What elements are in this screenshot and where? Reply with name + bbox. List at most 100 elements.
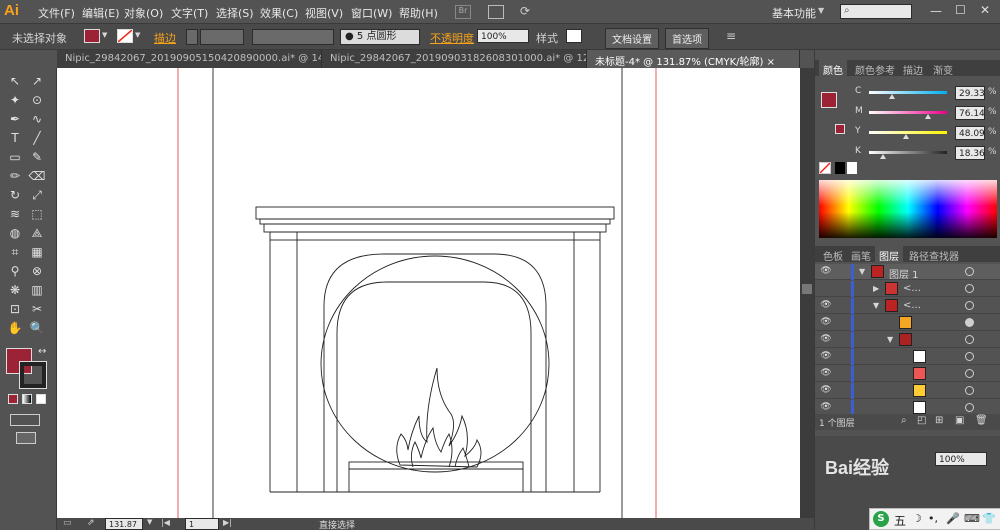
menu-select[interactable]: 选择(S) — [216, 5, 254, 21]
slider-knob[interactable] — [925, 114, 932, 119]
expand-arrow-icon[interactable]: ▼ — [887, 335, 893, 344]
target-circle-icon[interactable] — [965, 369, 974, 378]
layer-name[interactable]: 图层 1 — [889, 266, 919, 281]
layer-name[interactable]: <... — [903, 283, 921, 294]
ime-toolbar[interactable]: S 五 ☽ •, 🎤 ⌨ 👕 — [869, 508, 1000, 530]
lasso-icon[interactable]: ⊙ — [28, 91, 46, 109]
visibility-eye-icon[interactable]: 👁 — [819, 385, 833, 397]
tab-color[interactable]: 颜色 — [819, 60, 847, 77]
tab-document-3[interactable]: 未标题-4* @ 131.87% (CMYK/轮廓) × — [587, 50, 800, 68]
expand-arrow-icon[interactable]: ▼ — [859, 267, 865, 276]
scale-icon[interactable]: ⤢ — [28, 186, 46, 204]
tab-brushes[interactable]: 画笔 — [847, 246, 875, 263]
visibility-eye-icon[interactable]: 👁 — [819, 368, 833, 380]
layer-row[interactable]: 👁 — [815, 383, 1000, 399]
opacity-label[interactable]: 不透明度 — [430, 30, 474, 46]
minimize-button[interactable]: — — [930, 4, 942, 18]
none-mode-icon[interactable] — [36, 394, 46, 404]
graphic-style-swatch[interactable] — [566, 29, 582, 43]
slice-icon[interactable]: ✂ — [28, 300, 46, 318]
chevron-down-icon[interactable]: ▼ — [147, 518, 152, 526]
type-icon[interactable]: T — [6, 129, 24, 147]
target-circle-icon[interactable] — [965, 301, 974, 310]
expand-arrow-icon[interactable]: ▼ — [873, 301, 879, 310]
stroke-weight-input[interactable] — [200, 29, 244, 45]
color-mode-icon[interactable] — [8, 394, 18, 404]
tab-document-1[interactable]: Nipic_29842067_20190905150420890000.ai* … — [57, 50, 322, 68]
slider-knob[interactable] — [880, 154, 887, 159]
rotate-icon[interactable]: ↻ — [6, 186, 24, 204]
document-setup-button[interactable]: 文档设置 — [605, 28, 659, 49]
next-page-icon[interactable]: ▶| — [223, 518, 232, 527]
visibility-eye-icon[interactable] — [819, 283, 833, 295]
first-page-icon[interactable]: |◀ — [161, 518, 170, 527]
menu-type[interactable]: 文字(T) — [171, 5, 208, 21]
pencil-icon[interactable]: ✏ — [6, 167, 24, 185]
tab-document-2[interactable]: Nipic_29842067_20190903182608301000.ai* … — [322, 50, 587, 68]
panel-opacity-input[interactable]: 100% — [935, 452, 987, 466]
screen-mode-icon[interactable] — [16, 432, 36, 444]
locate-object-icon[interactable]: ⌕ — [901, 415, 907, 426]
menu-window[interactable]: 窗口(W) — [351, 5, 392, 21]
eraser-icon[interactable]: ⌫ — [28, 167, 46, 185]
new-layer-icon[interactable]: ▣ — [955, 415, 964, 426]
menu-object[interactable]: 对象(O) — [124, 5, 163, 21]
target-circle-icon[interactable] — [965, 284, 974, 293]
swap-colors-icon[interactable]: ↔ — [38, 346, 46, 357]
target-circle-icon[interactable] — [965, 318, 974, 327]
chevron-down-icon[interactable]: ▼ — [818, 6, 824, 15]
visibility-eye-icon[interactable]: 👁 — [819, 317, 833, 329]
column-graph-icon[interactable]: ▥ — [28, 281, 46, 299]
pen-icon[interactable]: ✒ — [6, 110, 24, 128]
moon-icon[interactable]: ☽ — [912, 512, 922, 525]
preferences-button[interactable]: 首选项 — [665, 28, 709, 49]
visibility-eye-icon[interactable]: 👁 — [819, 266, 833, 278]
layer-row[interactable]: 👁 ▼ 图层 1 — [815, 264, 1000, 281]
color-spectrum[interactable] — [819, 180, 997, 238]
brush-select[interactable]: ● 5 点圆形 — [340, 29, 420, 45]
layer-row[interactable]: ▶ <... — [815, 281, 1000, 297]
channel-value-input[interactable]: 18.36 — [955, 146, 985, 160]
target-circle-icon[interactable] — [965, 352, 974, 361]
curvature-icon[interactable]: ∿ — [28, 110, 46, 128]
channel-slider[interactable] — [869, 91, 947, 94]
tab-pathfinder[interactable]: 路径查找器 — [905, 246, 963, 263]
stroke-swatch[interactable] — [117, 29, 133, 43]
punctuation-icon[interactable]: •, — [928, 512, 938, 525]
black-swatch[interactable] — [835, 162, 845, 174]
ime-mode[interactable]: 五 — [894, 512, 906, 529]
maximize-button[interactable]: ☐ — [955, 3, 966, 17]
paintbrush-icon[interactable]: ✎ — [28, 148, 46, 166]
hand-icon[interactable]: ✋ — [6, 319, 24, 337]
layers-toggle-icon[interactable]: ▭ — [63, 518, 72, 528]
target-circle-icon[interactable] — [965, 335, 974, 344]
layer-row[interactable]: 👁 ▼ — [815, 332, 1000, 348]
variable-width-select[interactable] — [252, 29, 334, 45]
trash-icon[interactable]: 🗑 — [975, 415, 988, 426]
workspace-switcher[interactable]: 基本功能 — [772, 5, 816, 21]
direct-select-icon[interactable]: ↗ — [28, 72, 46, 90]
visibility-eye-icon[interactable]: 👁 — [819, 334, 833, 346]
menu-view[interactable]: 视图(V) — [305, 5, 343, 21]
target-circle-icon[interactable] — [965, 386, 974, 395]
white-swatch[interactable] — [847, 162, 857, 174]
channel-slider[interactable] — [869, 111, 947, 114]
channel-value-input[interactable]: 48.09 — [955, 126, 985, 140]
menu-help[interactable]: 帮助(H) — [399, 5, 438, 21]
clipping-mask-icon[interactable]: ◰ — [917, 415, 926, 426]
chevron-down-icon[interactable]: ▼ — [102, 31, 107, 39]
close-button[interactable]: ✕ — [980, 3, 990, 17]
tab-color-guide[interactable]: 颜色参考 — [851, 60, 899, 77]
rectangle-icon[interactable]: ▭ — [6, 148, 24, 166]
page-input[interactable]: 1 — [185, 518, 219, 530]
stroke-weight-stepper[interactable] — [186, 29, 198, 45]
blend-icon[interactable]: ⊗ — [28, 262, 46, 280]
chevron-down-icon[interactable]: ▼ — [135, 31, 140, 39]
gradient-icon[interactable]: ▦ — [28, 243, 46, 261]
tab-gradient[interactable]: 渐变 — [929, 60, 957, 77]
artboard-icon[interactable]: ⊡ — [6, 300, 24, 318]
stroke-label[interactable]: 描边 — [154, 30, 176, 46]
tab-stroke[interactable]: 描边 — [899, 60, 927, 77]
menu-edit[interactable]: 编辑(E) — [82, 5, 120, 21]
target-circle-icon[interactable] — [965, 403, 974, 412]
